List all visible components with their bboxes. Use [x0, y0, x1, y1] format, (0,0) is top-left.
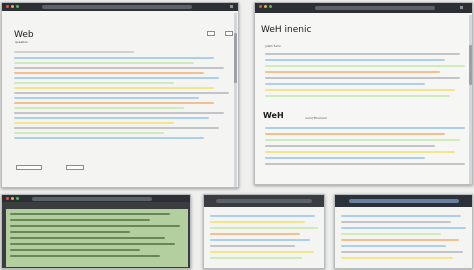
prev-button[interactable] [16, 165, 42, 170]
content-bottom [255, 3, 472, 184]
window-main-right: WeH inenic jnilirt fuclo WeH uuriil Thur… [254, 2, 473, 185]
code-area [2, 195, 190, 268]
content-area [204, 195, 324, 268]
content-area [335, 195, 472, 268]
window-bottom-left [1, 194, 191, 269]
window-bottom-middle [203, 194, 325, 269]
scrollbar[interactable] [234, 13, 237, 187]
scrollbar[interactable] [469, 15, 472, 184]
window-bottom-right [334, 194, 473, 269]
next-button[interactable] [66, 165, 84, 170]
content-area [2, 3, 238, 187]
window-main-left: Web question [1, 2, 239, 188]
